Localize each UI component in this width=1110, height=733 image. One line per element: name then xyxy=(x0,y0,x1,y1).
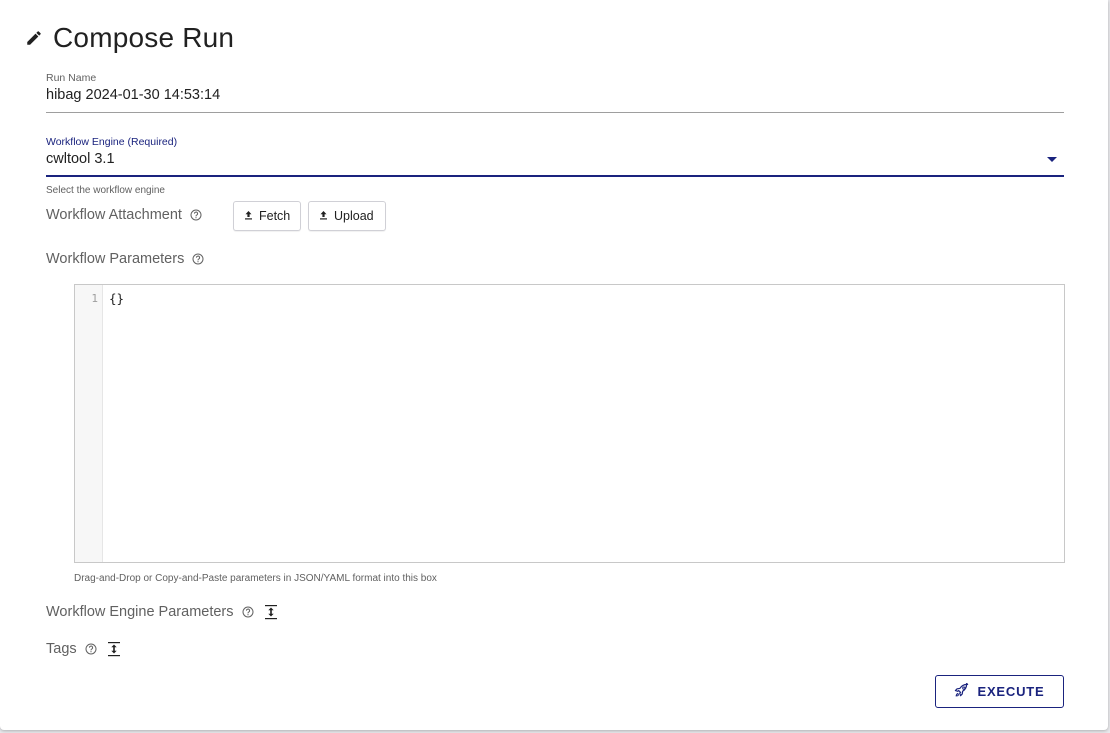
run-name-underline xyxy=(46,112,1064,113)
tags-row: Tags xyxy=(46,641,121,657)
tags-label: Tags xyxy=(46,641,77,657)
expand-icon[interactable] xyxy=(107,641,121,657)
workflow-engine-label: Workflow Engine (Required) xyxy=(46,136,178,148)
execute-label: EXECUTE xyxy=(977,684,1045,699)
dropdown-arrow-icon[interactable] xyxy=(1047,157,1057,162)
help-icon[interactable] xyxy=(242,606,254,618)
run-name-field[interactable]: Run Name hibag 2024-01-30 14:53:14 xyxy=(46,72,1064,114)
compose-run-card: Compose Run Run Name hibag 2024-01-30 14… xyxy=(0,0,1108,730)
workflow-engine-select[interactable]: Workflow Engine (Required) cwltool 3.1 xyxy=(46,136,1064,178)
upload-icon xyxy=(319,209,328,223)
line-number: 1 xyxy=(91,292,98,305)
fetch-button[interactable]: Fetch xyxy=(233,201,301,231)
workflow-engine-helper: Select the workflow engine xyxy=(46,185,165,196)
fetch-label: Fetch xyxy=(259,209,291,223)
page-title-text: Compose Run xyxy=(53,22,235,53)
workflow-engine-underline xyxy=(46,175,1064,177)
execute-button[interactable]: EXECUTE xyxy=(935,675,1064,708)
expand-icon[interactable] xyxy=(264,604,278,620)
pencil-icon xyxy=(25,29,43,47)
workflow-engine-parameters-row: Workflow Engine Parameters xyxy=(46,604,278,620)
run-name-input[interactable]: hibag 2024-01-30 14:53:14 xyxy=(46,87,1064,103)
upload-icon xyxy=(244,209,253,223)
upload-label: Upload xyxy=(334,209,374,223)
upload-button[interactable]: Upload xyxy=(308,201,386,231)
editor-content[interactable]: {} xyxy=(109,291,124,306)
workflow-attachment-label: Workflow Attachment xyxy=(46,207,182,223)
rocket-icon xyxy=(954,682,969,701)
help-icon[interactable] xyxy=(192,253,204,265)
workflow-parameters-label: Workflow Parameters xyxy=(46,251,185,267)
parameters-code-editor[interactable]: 1 {} xyxy=(74,284,1065,563)
workflow-attachment-row: Workflow Attachment xyxy=(46,207,202,223)
workflow-engine-parameters-label: Workflow Engine Parameters xyxy=(46,604,234,620)
help-icon[interactable] xyxy=(85,643,97,655)
page-title: Compose Run xyxy=(25,22,234,54)
line-number-gutter: 1 xyxy=(75,285,103,562)
workflow-parameters-row: Workflow Parameters xyxy=(46,251,204,267)
help-icon[interactable] xyxy=(190,209,202,221)
run-name-label: Run Name xyxy=(46,72,97,84)
workflow-engine-value[interactable]: cwltool 3.1 xyxy=(46,151,1064,167)
workflow-parameters-helper: Drag-and-Drop or Copy-and-Paste paramete… xyxy=(74,573,437,584)
